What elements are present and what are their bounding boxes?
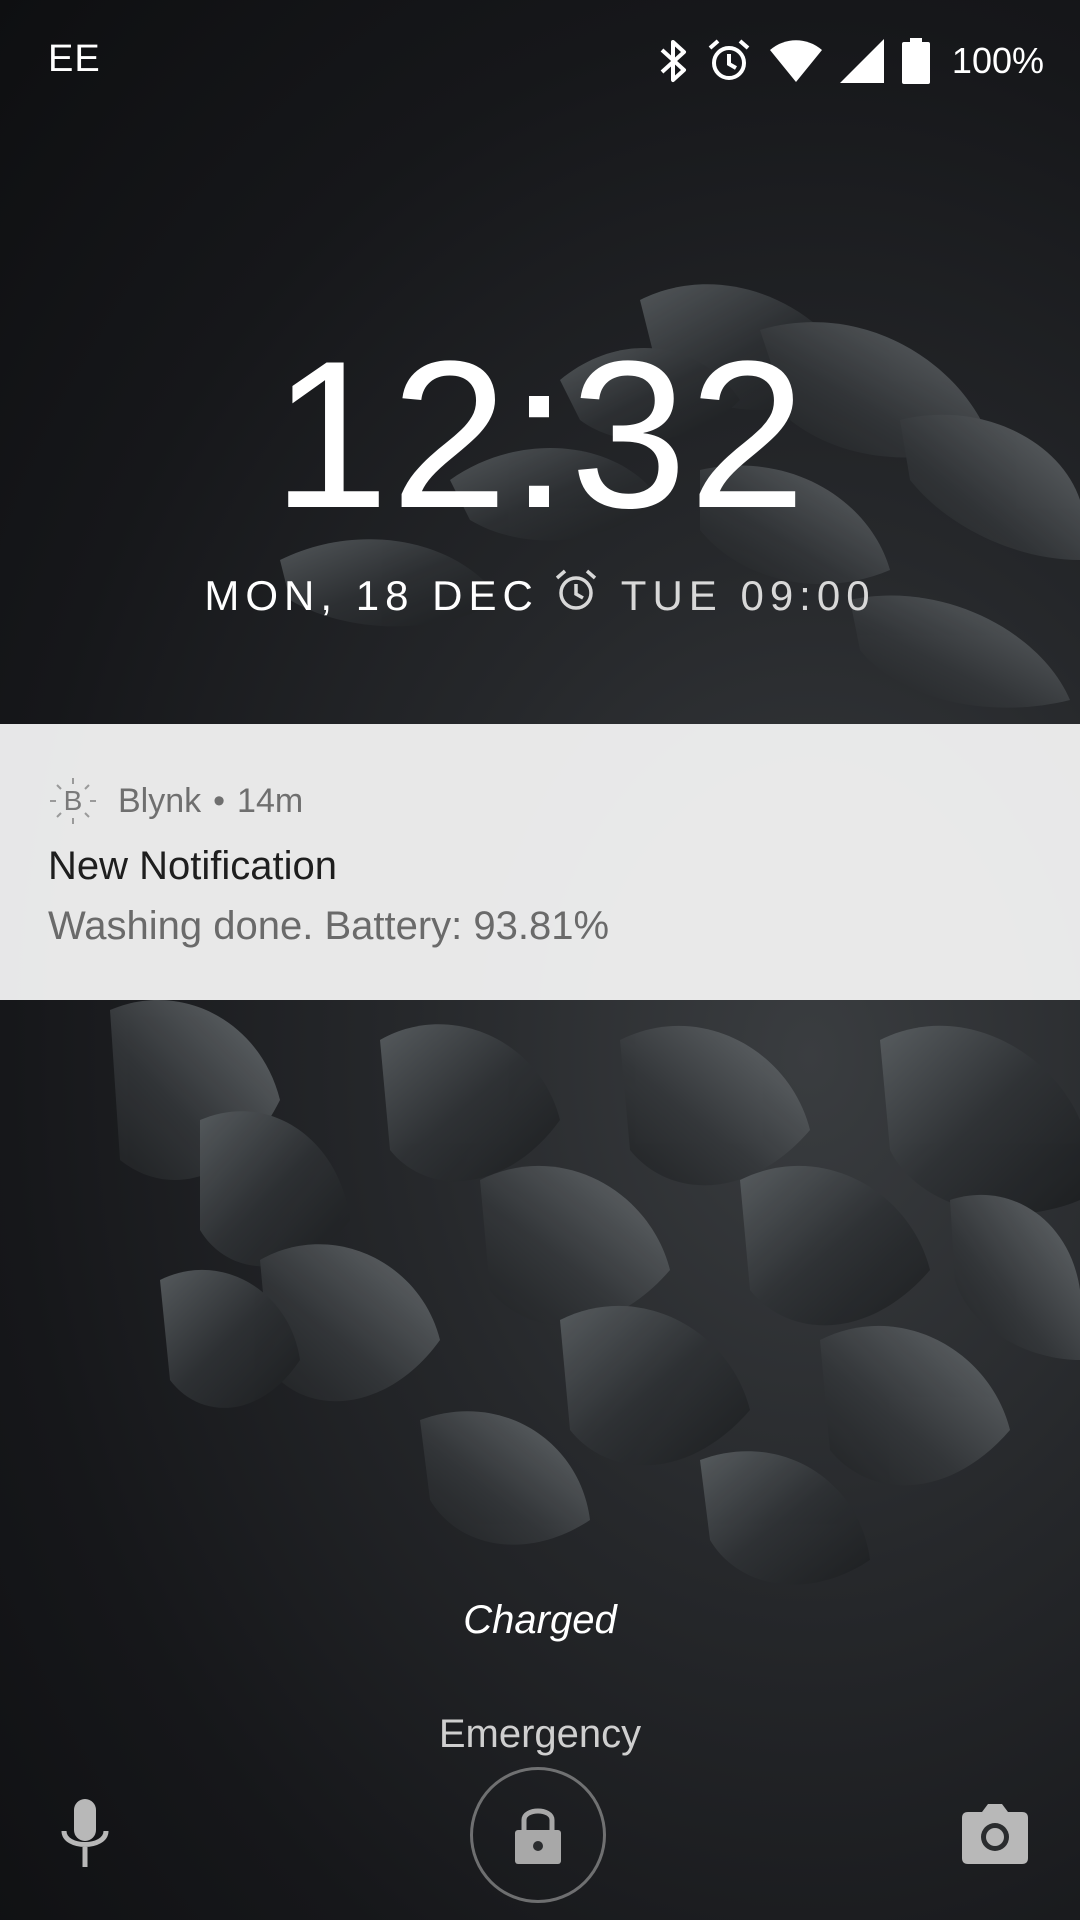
unlock-button[interactable]: [470, 1767, 606, 1903]
status-icons: 100%: [658, 36, 1044, 86]
carrier-name: EE: [48, 38, 101, 80]
notification-header: B Blynk • 14m: [48, 776, 303, 826]
microphone-icon: [61, 1799, 109, 1867]
camera-icon: [962, 1804, 1028, 1864]
emergency-button[interactable]: Emergency: [390, 1712, 690, 1757]
date-row: MON, 18 DEC TUE 09:00: [0, 568, 1080, 624]
bluetooth-icon: [660, 40, 686, 82]
notification-title: New Notification: [48, 844, 338, 888]
date-text: MON, 18 DEC: [204, 572, 539, 619]
clock-time: 12:32: [272, 317, 808, 552]
charge-status: Charged: [463, 1598, 617, 1642]
app-icon-letter: B: [63, 785, 83, 816]
notification-age: 14m: [237, 781, 304, 820]
wifi-icon: [769, 40, 822, 82]
status-bar: EE 100%: [0, 0, 1080, 120]
notification-separator: •: [213, 781, 226, 820]
blynk-app-icon: B: [48, 776, 98, 826]
notification-card[interactable]: B Blynk • 14m New Notification Washing d…: [0, 724, 1080, 1000]
battery-icon: [901, 38, 930, 84]
notification-body: Washing done. Battery: 93.81%: [48, 904, 610, 948]
next-alarm-icon: [553, 568, 599, 624]
notification-app-name: Blynk: [118, 781, 202, 820]
lock-screen: EE 100% 12:32 MON, 18 DEC TUE 09:00 B Bl…: [0, 0, 1080, 1920]
camera-shortcut-button[interactable]: [960, 1800, 1030, 1870]
alarm-icon: [708, 39, 750, 80]
voice-assist-button[interactable]: [50, 1795, 120, 1875]
next-alarm-text: TUE 09:00: [620, 572, 876, 619]
lock-icon: [515, 1808, 561, 1864]
battery-percentage: 100%: [951, 40, 1044, 81]
cell-signal-icon: [839, 39, 884, 83]
